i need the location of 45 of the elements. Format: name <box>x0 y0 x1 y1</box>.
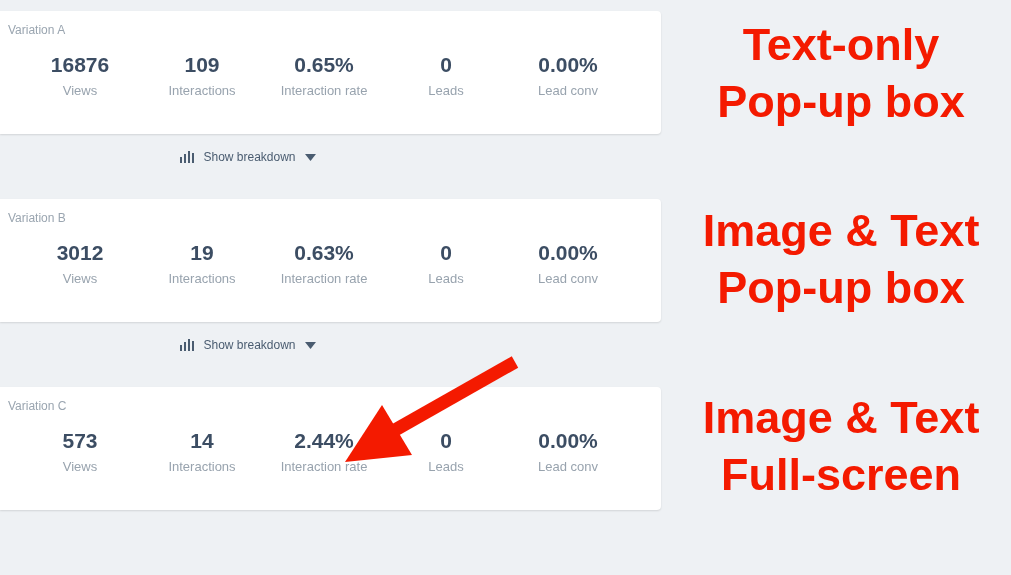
stat-value: 0 <box>440 429 452 453</box>
stat-label: Interactions <box>168 83 236 98</box>
stat-value: 0.63% <box>294 241 354 265</box>
variation-title: Variation C <box>8 399 68 413</box>
annotation-text: Text-only <box>742 18 940 72</box>
stat-value: 0 <box>440 241 452 265</box>
stat-value: 109 <box>184 53 220 77</box>
stat-value: 14 <box>190 429 214 453</box>
show-breakdown-button[interactable]: Show breakdown <box>176 148 320 167</box>
stat-value: 2.44% <box>294 429 354 453</box>
stat-label: Lead conv <box>538 83 598 98</box>
show-breakdown-button[interactable]: Show breakdown <box>176 336 320 355</box>
stat-value: 16876 <box>50 53 110 77</box>
stat-label: Interaction rate <box>280 83 368 98</box>
stat-label: Views <box>62 459 98 474</box>
annotation-text: Image & Text <box>702 390 980 445</box>
variation-title: Variation A <box>8 23 67 37</box>
stat-label: Interaction rate <box>280 271 368 286</box>
caret-icon <box>304 341 316 349</box>
stat-label: Leads <box>428 83 464 98</box>
annotation-text: Image & Text <box>702 204 980 259</box>
annotation-text: Pop-up box <box>717 75 965 129</box>
stat-value: 0.65% <box>294 53 354 77</box>
stat-value: 19 <box>190 241 214 265</box>
stat-label: Lead conv <box>538 271 598 286</box>
stat-label: Interaction rate <box>280 459 368 474</box>
stat-label: Leads <box>428 459 464 474</box>
stat-label: Views <box>62 271 98 286</box>
stat-value: 0.00% <box>538 53 598 77</box>
stat-value: 3012 <box>56 241 104 265</box>
variation-title: Variation B <box>8 211 67 225</box>
stat-value: 0.00% <box>538 429 598 453</box>
annotation-text: Pop-up box <box>717 261 965 316</box>
stat-value: 573 <box>62 429 98 453</box>
caret-icon <box>304 153 316 161</box>
stat-label: Interactions <box>168 459 236 474</box>
stat-label: Leads <box>428 271 464 286</box>
stat-value: 0.00% <box>538 241 598 265</box>
stat-value: 0 <box>440 53 452 77</box>
bar-chart-icon <box>180 151 195 164</box>
bar-chart-icon <box>180 339 195 352</box>
annotation-text: Full-screen <box>720 447 962 502</box>
stat-label: Views <box>62 83 98 98</box>
stat-label: Lead conv <box>538 459 598 474</box>
stat-label: Interactions <box>168 271 236 286</box>
